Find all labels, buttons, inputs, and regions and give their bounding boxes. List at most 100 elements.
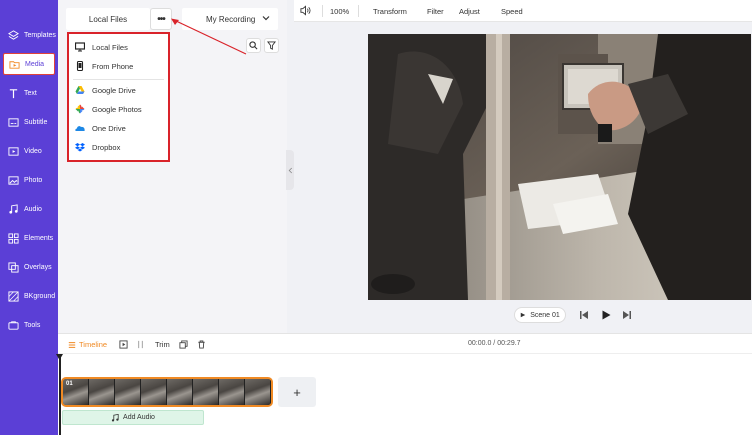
dropdown-item-label: From Phone (92, 61, 134, 71)
copy-icon (178, 339, 188, 349)
sidebar-item-tools[interactable]: Tools (3, 314, 55, 336)
dropdown-item-label: Google Photos (92, 104, 142, 114)
adjust-button[interactable]: Adjust (459, 7, 480, 16)
sidebar-item-elements[interactable]: Elements (3, 227, 55, 249)
toolbar-divider (358, 5, 359, 17)
sidebar-item-label: Video (24, 147, 42, 155)
dropdown-divider (73, 79, 164, 80)
split-button[interactable] (135, 339, 145, 349)
video-icon (8, 146, 19, 157)
clip-frame (115, 379, 141, 405)
play-small-icon (520, 312, 526, 318)
sidebar-item-overlays[interactable]: Overlays (3, 256, 55, 278)
speed-button[interactable]: Speed (501, 7, 523, 16)
dropdown-item-local-files[interactable]: Local Files (75, 38, 128, 56)
sidebar-item-label: BKground (24, 292, 56, 300)
sidebar-item-text[interactable]: Text (3, 82, 55, 104)
add-clip-button[interactable]: + (278, 377, 316, 407)
sidebar-item-label: Media (25, 60, 45, 68)
folder-play-icon (9, 59, 20, 70)
video-clip[interactable]: 01 (61, 377, 273, 407)
clip-frame (245, 379, 271, 405)
play-icon (602, 310, 611, 320)
sidebar-item-templates[interactable]: Templates (3, 24, 56, 46)
dropdown-item-from-phone[interactable]: From Phone (75, 57, 133, 75)
play-button[interactable] (600, 309, 612, 321)
overlays-icon (8, 261, 19, 273)
sidebar-item-photo[interactable]: Photo (3, 169, 55, 191)
sidebar-item-audio[interactable]: Audio (3, 198, 55, 220)
clip-frame (167, 379, 193, 405)
timecode-display: 00:00.0 / 00:29.7 (468, 340, 521, 347)
layers-icon (8, 29, 19, 41)
speaker-icon (300, 5, 311, 16)
sidebar-item-label: Templates (24, 31, 56, 39)
google-drive-icon (75, 85, 85, 95)
dropdown-item-label: Local Files (92, 42, 128, 52)
zoom-select[interactable]: 100% (330, 7, 349, 16)
sidebar: Templates Media Text Subtitle Video Phot… (0, 0, 58, 435)
media-frame-icon (118, 339, 128, 349)
timeline-icon (68, 341, 76, 348)
toolbar-divider (322, 5, 323, 17)
elements-icon (8, 232, 19, 244)
dropdown-item-dropbox[interactable]: Dropbox (75, 138, 120, 156)
duplicate-button[interactable] (178, 339, 188, 349)
photo-icon (8, 175, 19, 186)
chevron-down-icon (262, 14, 270, 22)
sidebar-item-bkground[interactable]: BKground (3, 285, 55, 307)
timeline-toggle[interactable]: Timeline (68, 340, 107, 349)
dropdown-item-one-drive[interactable]: One Drive (75, 119, 126, 137)
search-button[interactable] (246, 38, 261, 53)
delete-button[interactable] (196, 339, 206, 349)
scene-selector[interactable]: Scene 01 (514, 307, 566, 323)
skip-forward-icon (623, 311, 631, 319)
subtitle-icon (8, 117, 19, 128)
search-icon (249, 37, 258, 55)
sidebar-item-label: Text (24, 89, 37, 97)
annotation-arrow (171, 18, 247, 55)
sidebar-item-media[interactable]: Media (3, 53, 55, 75)
tab-local-files[interactable]: Local Files (66, 8, 150, 30)
sidebar-item-label: Subtitle (24, 118, 48, 126)
sidebar-item-subtitle[interactable]: Subtitle (3, 111, 55, 133)
music-note-icon (111, 413, 119, 422)
add-media-button[interactable] (118, 339, 128, 349)
video-preview[interactable] (368, 34, 751, 300)
video-frame-image (368, 34, 751, 300)
dropdown-item-label: One Drive (92, 123, 126, 133)
monitor-icon (75, 42, 85, 52)
top-toolbar: 100% Transform Filter Adjust Speed (294, 0, 752, 22)
clip-frame (141, 379, 167, 405)
onedrive-icon (75, 123, 85, 133)
clip-frame (89, 379, 115, 405)
sidebar-item-label: Elements (24, 234, 54, 242)
add-audio-button[interactable]: Add Audio (62, 410, 204, 425)
dropdown-item-label: Dropbox (92, 142, 121, 152)
filter-tool-button[interactable]: Filter (427, 7, 444, 16)
trash-icon (197, 339, 205, 349)
sidebar-item-label: Tools (24, 321, 41, 329)
add-audio-label: Add Audio (123, 414, 155, 421)
playhead-handle[interactable] (56, 354, 63, 360)
trim-button[interactable]: Trim (155, 340, 170, 349)
dropbox-icon (75, 142, 85, 152)
scene-label: Scene 01 (530, 311, 560, 319)
clip-frame (219, 379, 245, 405)
clip-frame (193, 379, 219, 405)
dropdown-item-google-photos[interactable]: Google Photos (75, 100, 142, 118)
sidebar-item-label: Audio (24, 205, 42, 213)
tools-icon (8, 320, 19, 331)
sidebar-item-video[interactable]: Video (3, 140, 55, 162)
clip-number: 01 (66, 381, 73, 387)
filter-button[interactable] (264, 38, 279, 53)
next-button[interactable] (621, 309, 633, 321)
panel-collapse-handle[interactable] (286, 150, 294, 190)
timeline-toolbar: Timeline Trim 00:00.0 / 00:29.7 (58, 334, 752, 354)
transform-button[interactable]: Transform (373, 7, 407, 16)
timeline-label: Timeline (79, 340, 108, 349)
timeline-area: Timeline Trim 00:00.0 / 00:29.7 01 + Add… (56, 333, 752, 435)
volume-button[interactable] (300, 5, 311, 18)
previous-button[interactable] (578, 309, 590, 321)
dropdown-item-google-drive[interactable]: Google Drive (75, 81, 136, 99)
